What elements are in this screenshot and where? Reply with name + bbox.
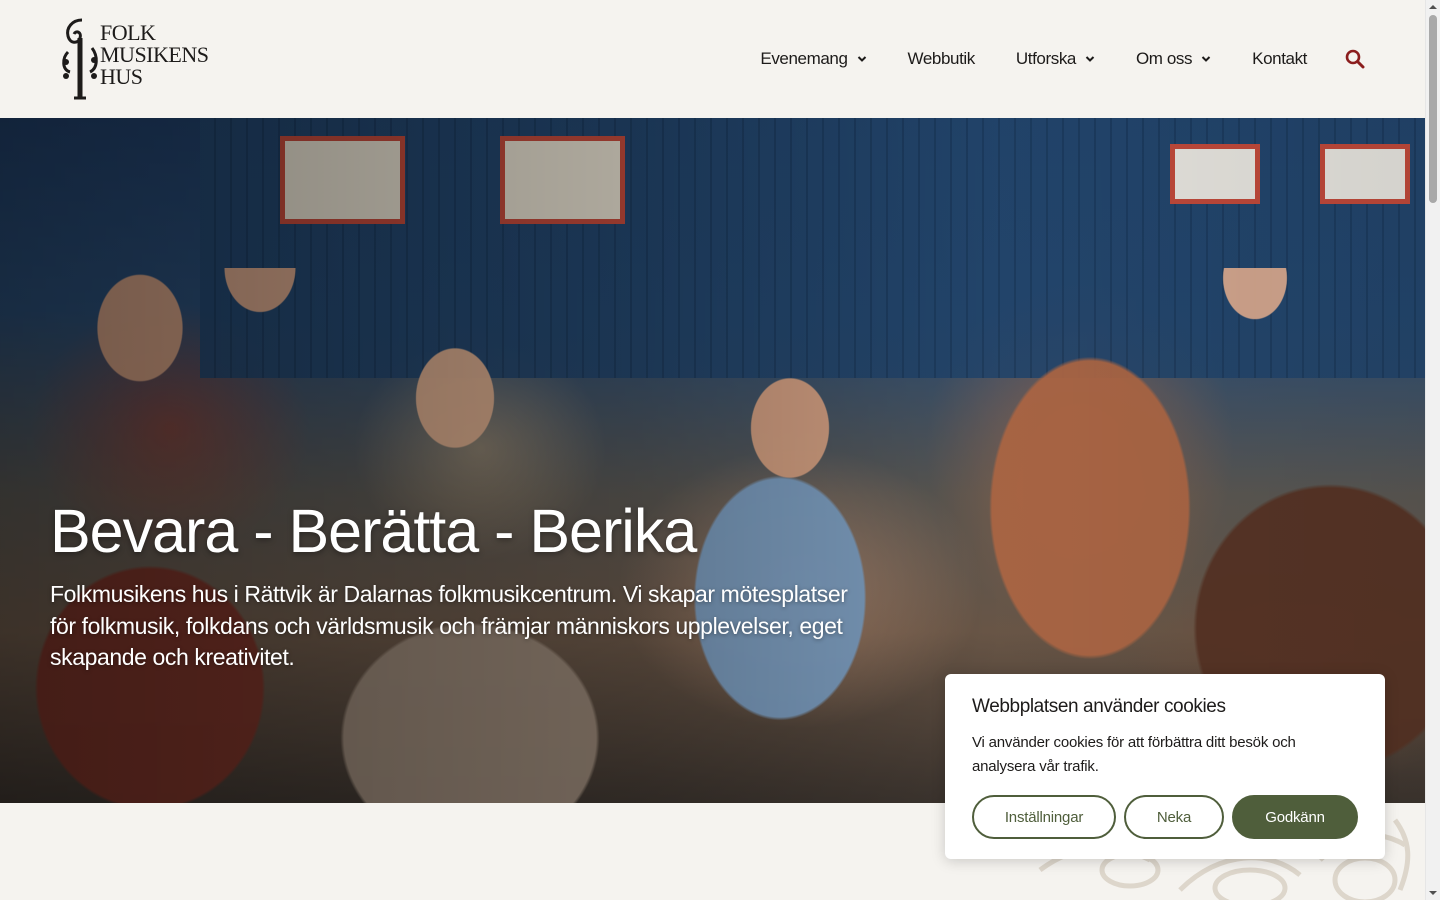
cookie-text: Vi använder cookies för att förbättra di… bbox=[972, 734, 1296, 775]
nav-item-label: Kontakt bbox=[1252, 49, 1307, 68]
nav-item-utforska[interactable]: Utforska bbox=[1016, 49, 1095, 69]
chevron-down-icon bbox=[857, 56, 866, 62]
scrollbar-thumb[interactable] bbox=[1429, 15, 1437, 203]
site-logo[interactable]: FOLK MUSIKENS HUS bbox=[58, 18, 228, 102]
main-nav: Evenemang Webbutik Utforska Om oss Konta… bbox=[719, 0, 1365, 118]
nav-item-om-oss[interactable]: Om oss bbox=[1136, 49, 1211, 69]
hero-description: Folkmusikens hus i Rättvik är Dalarnas f… bbox=[50, 581, 848, 670]
nav-item-webbutik[interactable]: Webbutik bbox=[907, 49, 976, 69]
logo-wordmark: FOLK MUSIKENS HUS bbox=[100, 20, 209, 89]
nav-item-label: Utforska bbox=[1015, 49, 1076, 68]
logo-line-2: MUSIKENS bbox=[100, 42, 209, 67]
cookie-accept-button[interactable]: Godkänn bbox=[1232, 795, 1358, 839]
nav-item-evenemang[interactable]: Evenemang bbox=[760, 49, 866, 69]
nav-item-label: Om oss bbox=[1135, 49, 1193, 68]
logo-line-1: FOLK bbox=[100, 20, 156, 45]
logo-line-3: HUS bbox=[100, 64, 143, 89]
cookie-settings-button[interactable]: Inställningar bbox=[972, 795, 1116, 839]
chevron-down-icon bbox=[1201, 56, 1211, 62]
scroll-down-arrow-icon[interactable] bbox=[1429, 889, 1437, 897]
scroll-up-arrow-icon[interactable] bbox=[1429, 3, 1437, 11]
site-header: FOLK MUSIKENS HUS Evenemang Webbutik Utf… bbox=[0, 0, 1425, 118]
page-scrollbar[interactable] bbox=[1425, 0, 1440, 900]
search-icon[interactable] bbox=[1345, 49, 1365, 69]
nav-item-kontakt[interactable]: Kontakt bbox=[1252, 49, 1307, 69]
cookie-banner: Webbplatsen använder cookies Vi använder… bbox=[945, 674, 1385, 859]
cookie-title: Webbplatsen använder cookies bbox=[972, 696, 1226, 717]
hero-title: Bevara - Berätta - Berika bbox=[50, 497, 697, 565]
cookie-deny-button[interactable]: Neka bbox=[1124, 795, 1224, 839]
violin-scroll-icon bbox=[62, 18, 98, 100]
chevron-down-icon bbox=[1085, 56, 1095, 62]
nav-item-label: Webbutik bbox=[907, 49, 976, 68]
nav-item-label: Evenemang bbox=[760, 49, 848, 68]
